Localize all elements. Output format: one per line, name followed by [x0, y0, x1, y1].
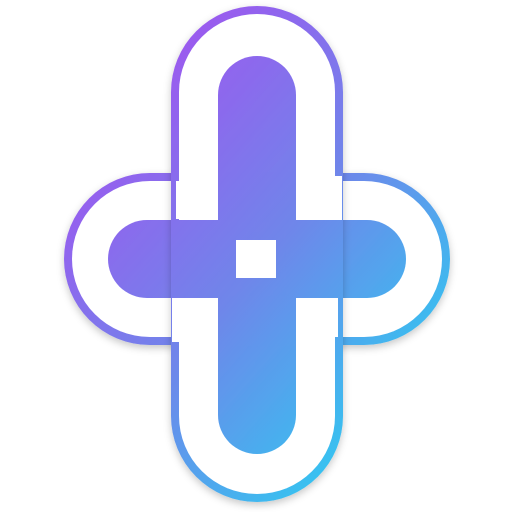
- weave-over-br: [286, 220, 342, 298]
- weave-gap-tr: [296, 176, 342, 220]
- weave-over-tr: [218, 172, 296, 222]
- center-window: [232, 236, 280, 282]
- weave-gap-bl: [172, 298, 218, 342]
- app-icon-canvas: [0, 0, 512, 512]
- knot-logo-icon: [64, 6, 450, 502]
- weave-gap-tl: [176, 181, 224, 219]
- weave-over-bl: [218, 296, 296, 346]
- weave-over-tl: [172, 220, 228, 298]
- weave-gap-br: [290, 298, 338, 337]
